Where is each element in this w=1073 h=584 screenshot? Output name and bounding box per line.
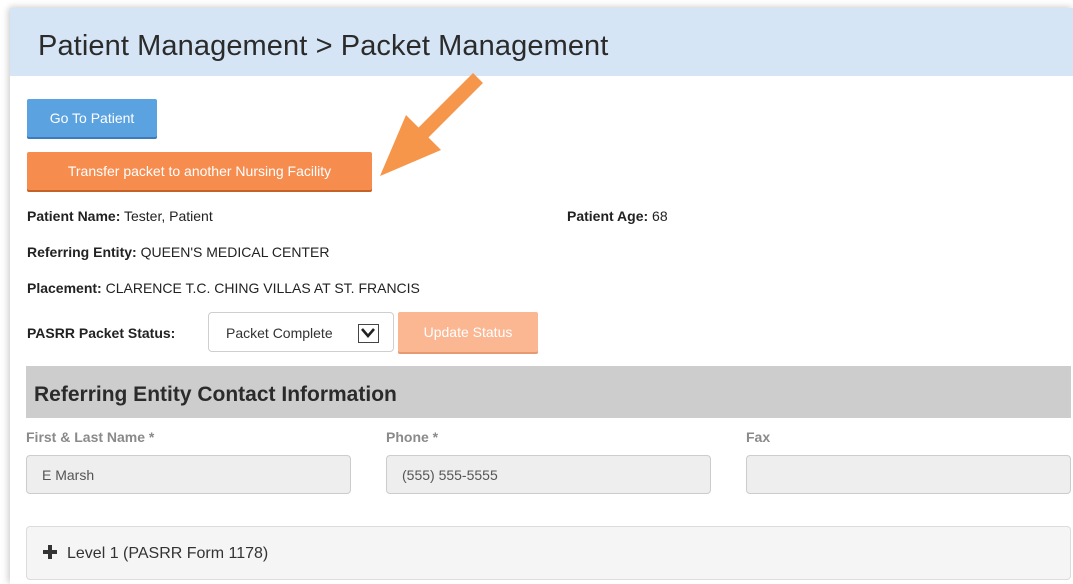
referring-entity-value: QUEEN'S MEDICAL CENTER [140, 244, 330, 260]
packet-status-label: PASRR Packet Status: [27, 325, 176, 341]
contact-section-title: Referring Entity Contact Information [34, 383, 397, 406]
contact-phone-label: Phone * [386, 429, 439, 445]
contact-section-header: Referring Entity Contact Information [26, 366, 1071, 418]
patient-name-value: Tester, Patient [124, 208, 213, 224]
patient-age-label: Patient Age: [567, 208, 649, 224]
plus-icon [43, 545, 57, 559]
contact-name-label: First & Last Name * [26, 429, 155, 445]
placement-value: CLARENCE T.C. CHING VILLAS AT ST. FRANCI… [105, 280, 420, 296]
page-title: Patient Management > Packet Management [38, 30, 609, 62]
level1-accordion[interactable]: Level 1 (PASRR Form 1178) [26, 526, 1071, 580]
packet-status-select[interactable]: Packet Complete [208, 312, 394, 352]
contact-fax-label: Fax [746, 429, 771, 445]
dropdown-toggle[interactable] [358, 324, 379, 343]
go-to-patient-button[interactable]: Go To Patient [27, 99, 157, 137]
page-header: Patient Management > Packet Management [10, 8, 1073, 76]
transfer-packet-button[interactable]: Transfer packet to another Nursing Facil… [27, 152, 372, 190]
patient-name-label: Patient Name: [27, 208, 121, 224]
contact-phone-field[interactable] [386, 455, 711, 494]
patient-name-line: Patient Name: Tester, Patient [27, 208, 213, 224]
contact-name-field[interactable] [26, 455, 351, 494]
chevron-down-icon [361, 328, 375, 338]
patient-age-value: 68 [652, 208, 668, 224]
placement-line: Placement: CLARENCE T.C. CHING VILLAS AT… [27, 280, 420, 296]
placement-label: Placement: [27, 280, 102, 296]
contact-fax-field[interactable] [746, 455, 1071, 494]
update-status-button[interactable]: Update Status [398, 312, 538, 352]
level1-accordion-label: Level 1 (PASRR Form 1178) [67, 545, 269, 562]
patient-age-line: Patient Age: 68 [567, 208, 668, 224]
referring-entity-label: Referring Entity: [27, 244, 137, 260]
page-frame [10, 8, 1073, 584]
referring-entity-line: Referring Entity: QUEEN'S MEDICAL CENTER [27, 244, 329, 260]
packet-status-selected-value: Packet Complete [226, 325, 333, 341]
